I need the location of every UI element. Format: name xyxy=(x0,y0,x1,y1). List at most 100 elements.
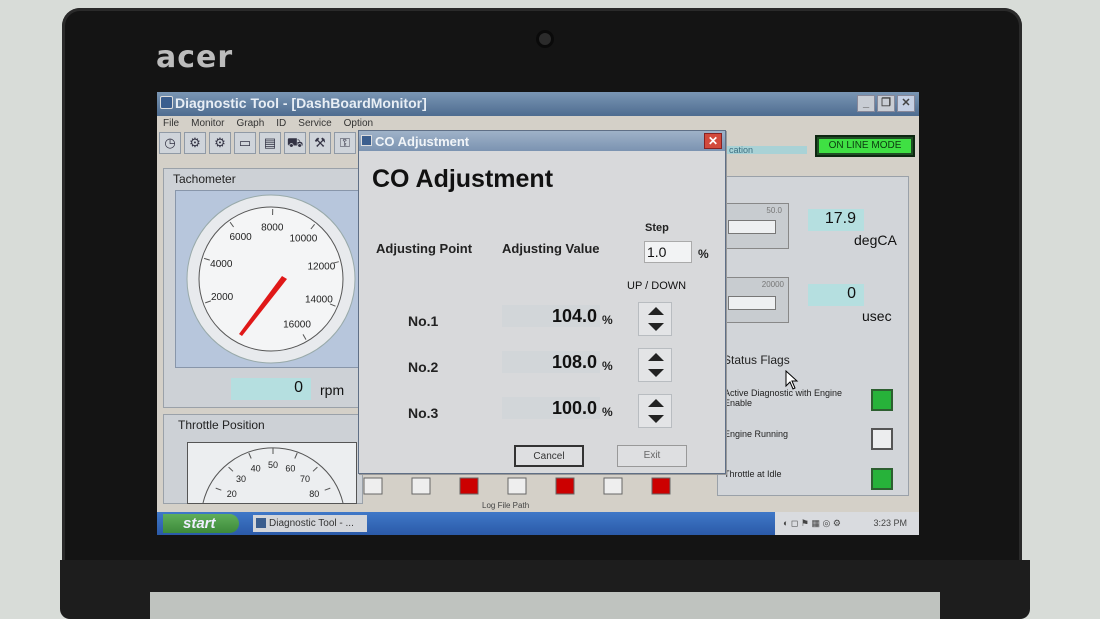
menu-service[interactable]: Service xyxy=(298,118,331,132)
app-icon xyxy=(160,96,173,109)
gauge2-unit: usec xyxy=(862,308,892,324)
system-tray: ◐ ◻ ⚑ ▦ ◎ ⚙ 3:23 PM xyxy=(775,512,919,535)
throttle-dial: 20 30 40 50 60 70 80 xyxy=(202,447,344,504)
monitor-tool-icon[interactable]: ▭ xyxy=(234,132,256,154)
throttle-tick-mark xyxy=(228,466,234,472)
strip-segment xyxy=(651,477,671,495)
dialog-heading: CO Adjustment xyxy=(372,165,554,193)
dialog-close-button[interactable]: ✕ xyxy=(704,133,722,149)
menu-graph[interactable]: Graph xyxy=(236,118,264,132)
strip-segment xyxy=(411,477,431,495)
status-flags-title: Status Flags xyxy=(723,353,790,367)
gauge1-readout: 17.9 xyxy=(808,209,864,231)
close-button[interactable]: ✕ xyxy=(897,95,915,112)
strip-segment xyxy=(555,477,575,495)
row3-up-arrow-icon[interactable] xyxy=(648,399,664,407)
document-tool-icon[interactable]: ▤ xyxy=(259,132,281,154)
throttle-tick-mark xyxy=(312,466,318,472)
bar-graph-strip xyxy=(362,476,702,496)
gear-tool-icon[interactable]: ⚙ xyxy=(209,132,231,154)
acer-logo: acer xyxy=(156,40,234,75)
taskbar-item-diagnostic-tool[interactable]: Diagnostic Tool - ... xyxy=(253,515,367,532)
throttle-tick-label: 20 xyxy=(227,489,237,499)
tachometer-tick-label: 14000 xyxy=(305,295,333,306)
gauge1-max: 50.0 xyxy=(766,206,782,215)
main-window-title: Diagnostic Tool - [DashBoardMonitor] xyxy=(175,95,427,111)
dialog-titlebar[interactable]: CO Adjustment ✕ xyxy=(359,131,725,151)
menu-monitor[interactable]: Monitor xyxy=(191,118,224,132)
tray-clock: 3:23 PM xyxy=(873,518,907,528)
exit-button[interactable]: Exit xyxy=(617,445,687,467)
screen: Diagnostic Tool - [DashBoardMonitor] _ ❐… xyxy=(157,92,919,535)
main-window-titlebar[interactable]: Diagnostic Tool - [DashBoardMonitor] _ ❐… xyxy=(157,92,919,116)
cancel-button[interactable]: Cancel xyxy=(514,445,584,467)
tachometer-tick-label: 4000 xyxy=(210,259,233,270)
vehicle-tool-icon[interactable]: ⛟ xyxy=(284,132,306,154)
row1-label: No.1 xyxy=(408,313,439,329)
throttle-tick-label: 50 xyxy=(268,460,278,470)
throttle-tick-label: 70 xyxy=(300,474,310,484)
gauge2-bar: 20000 xyxy=(725,277,789,323)
updown-label: UP / DOWN xyxy=(627,280,687,292)
flag-label-engine-running: Engine Running xyxy=(724,429,789,439)
tachometer-dial: 2000 4000 6000 8000 10000 12000 14000 16000 xyxy=(186,194,356,364)
row3-down-arrow-icon[interactable] xyxy=(648,415,664,423)
webcam xyxy=(536,30,554,48)
throttle-gauge: 20 30 40 50 60 70 80 xyxy=(187,442,357,504)
row1-unit: % xyxy=(602,313,613,327)
tray-icons[interactable]: ◐ ◻ ⚑ ▦ ◎ ⚙ xyxy=(783,518,841,528)
rpm-readout: 0 xyxy=(231,378,311,400)
minimize-button[interactable]: _ xyxy=(857,95,875,112)
tachometer-tick-label: 16000 xyxy=(283,319,311,330)
flag-throttle-idle-indicator xyxy=(871,468,893,490)
dialog-title: CO Adjustment xyxy=(375,134,470,149)
flag-active-diag-indicator xyxy=(871,389,893,411)
adjusting-point-header: Adjusting Point xyxy=(376,241,473,256)
row1-up-arrow-icon[interactable] xyxy=(648,307,664,315)
row3-value: 100.0 xyxy=(502,397,600,419)
throttle-tick-mark xyxy=(324,487,331,491)
row1-spinner[interactable] xyxy=(638,302,672,336)
strip-segment xyxy=(603,477,623,495)
throttle-tick-mark xyxy=(248,452,252,459)
strip-segment xyxy=(363,477,383,495)
co-adjustment-dialog: CO Adjustment ✕ CO Adjustment Adjusting … xyxy=(358,130,726,474)
flag-label-active-diag: Active Diagnostic with Engine Enable xyxy=(724,388,843,408)
flag-label-throttle-idle: Throttle at Idle xyxy=(724,469,782,479)
online-mode-indicator: ON LINE MODE xyxy=(815,135,915,157)
start-button[interactable]: start xyxy=(163,514,239,533)
row1-down-arrow-icon[interactable] xyxy=(648,323,664,331)
restore-button[interactable]: ❐ xyxy=(877,95,895,112)
dialog-app-icon xyxy=(361,135,372,146)
mouse-cursor-icon xyxy=(785,370,799,390)
task-app-icon xyxy=(256,518,266,528)
strip-segment xyxy=(507,477,527,495)
tachometer-tick-label: 10000 xyxy=(289,234,317,245)
step-unit: % xyxy=(698,247,709,261)
online-mode-label: ON LINE MODE xyxy=(819,139,911,153)
row2-spinner[interactable] xyxy=(638,348,672,382)
row2-down-arrow-icon[interactable] xyxy=(648,369,664,377)
strip-segment xyxy=(459,477,479,495)
adjusting-value-header: Adjusting Value xyxy=(502,241,600,256)
tachometer-tick-label: 2000 xyxy=(211,292,234,303)
row3-spinner[interactable] xyxy=(638,394,672,428)
step-input[interactable]: 1.0 xyxy=(644,241,692,263)
tachometer-gauge: 2000 4000 6000 8000 10000 12000 14000 16000 xyxy=(175,190,361,368)
step-label: Step xyxy=(645,222,669,234)
speedometer-tool-icon[interactable]: ◷ xyxy=(159,132,181,154)
row2-unit: % xyxy=(602,359,613,373)
taskbar-item-label: Diagnostic Tool - ... xyxy=(269,518,354,529)
row3-label: No.3 xyxy=(408,405,439,421)
engine-tool-icon[interactable]: ⚙ xyxy=(184,132,206,154)
taskbar: start Diagnostic Tool - ... ◐ ◻ ⚑ ▦ ◎ ⚙ … xyxy=(157,512,919,535)
id-tool-icon[interactable]: ⚿ xyxy=(334,132,356,154)
row2-up-arrow-icon[interactable] xyxy=(648,353,664,361)
throttle-tick-label: 80 xyxy=(309,489,319,499)
row2-value: 108.0 xyxy=(502,351,600,373)
tachometer-tick-label: 6000 xyxy=(229,232,252,243)
wrench-tool-icon[interactable]: ⚒ xyxy=(309,132,331,154)
menu-file[interactable]: File xyxy=(163,118,179,132)
throttle-tick-mark xyxy=(294,452,298,459)
menu-id[interactable]: ID xyxy=(276,118,286,132)
